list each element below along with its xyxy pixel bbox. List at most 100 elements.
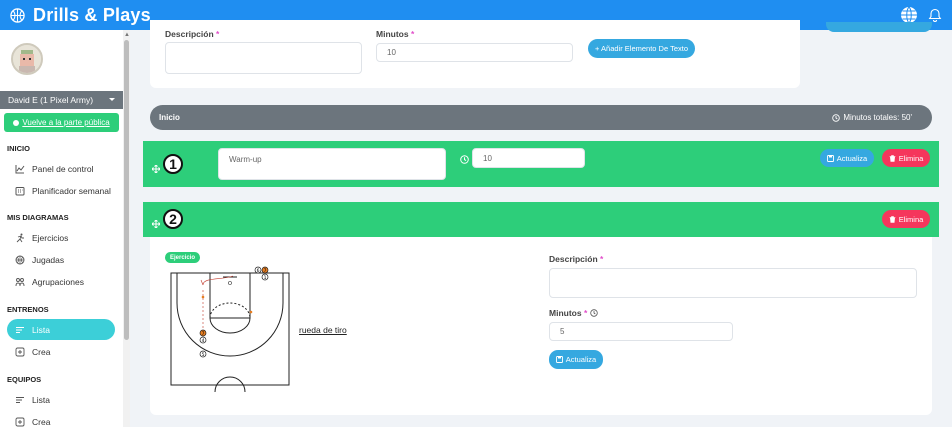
sidebar-item-panel[interactable]: Panel de control (7, 158, 115, 179)
basketball-icon (15, 255, 25, 265)
clock-icon (460, 151, 469, 169)
exercise-minutes-input[interactable]: 5 (549, 322, 733, 341)
row-number: 2 (163, 209, 183, 229)
add-text-element-label: + Añadir Elemento De Texto (594, 44, 689, 53)
bell-icon[interactable] (928, 8, 942, 22)
sidebar-item-label: Lista (32, 324, 50, 335)
sidebar-item-crea-entrenos[interactable]: Crea (7, 341, 115, 362)
sidebar-item-label: Ejercicios (32, 232, 69, 243)
top-action-button[interactable] (826, 22, 932, 32)
running-icon (15, 233, 25, 243)
update-button[interactable]: Actualiza (820, 149, 874, 167)
sidebar-item-crea-equipos[interactable]: Crea (7, 411, 115, 427)
sidebar-item-label: Panel de control (32, 163, 94, 174)
public-site-button[interactable]: Vuelve a la parte pública (4, 113, 119, 132)
sidebar-item-ejercicios[interactable]: Ejercicios (7, 227, 115, 248)
row-minutes-input[interactable]: 10 (472, 148, 585, 168)
clock-icon (832, 113, 841, 122)
section-equipos: EQUIPOS (7, 375, 42, 384)
session-row-1: 1 Warm-up 10 Actualiza Elimina (143, 141, 939, 187)
ball-marker (201, 295, 205, 299)
basketball-icon[interactable] (9, 7, 25, 23)
total-minutes: Minutos totales: 50' (832, 113, 912, 122)
list-icon (15, 325, 25, 335)
user-name: David E (1 Pixel Army) (8, 95, 94, 105)
user-selector[interactable]: David E (1 Pixel Army) (0, 91, 123, 109)
player-label: 1 (264, 275, 267, 281)
player-label: 6 (257, 268, 260, 274)
player-label: 7 (264, 268, 267, 274)
court-diagram[interactable]: O 6 7 1 7 4 5 (165, 266, 293, 392)
sidebar-item-lista-equipos[interactable]: Lista (7, 389, 115, 410)
ball-marker (249, 310, 253, 314)
sidebar-item-agrupaciones[interactable]: Agrupaciones (7, 271, 115, 292)
add-text-element-button[interactable]: + Añadir Elemento De Texto (588, 39, 695, 58)
exercise-minutes-value: 5 (560, 327, 565, 336)
trash-icon (889, 215, 896, 223)
scrollbar-thumb[interactable] (124, 40, 129, 340)
caret-down-icon (109, 98, 115, 101)
delete-button[interactable]: Elimina (882, 149, 930, 167)
sidebar-item-label: Agrupaciones (32, 276, 84, 287)
avatar[interactable] (11, 43, 43, 75)
row-text-value: Warm-up (229, 155, 262, 164)
sidebar-item-label: Planificador semanal (32, 185, 111, 196)
exercise-description-textarea[interactable] (549, 268, 917, 298)
list-icon (15, 395, 25, 405)
drag-handle-icon[interactable] (151, 215, 161, 229)
save-icon (555, 356, 563, 363)
trash-icon (889, 154, 896, 162)
row-number: 1 (163, 154, 183, 174)
section-inicio: INICIO (7, 144, 30, 153)
description-textarea[interactable] (165, 42, 362, 74)
minutes-label: Minutos * (549, 308, 598, 318)
description-label: Descripción * (549, 254, 604, 264)
sidebar-item-label: Lista (32, 394, 50, 405)
update-label: Actualiza (836, 153, 868, 163)
plus-square-icon (15, 417, 25, 427)
section-entrenos: ENTRENOS (7, 305, 49, 314)
player-label: 5 (202, 352, 205, 358)
sidebar-item-lista-entrenos[interactable]: Lista (7, 319, 115, 340)
save-icon (826, 154, 834, 162)
minutes-input[interactable]: 10 (376, 43, 573, 62)
chart-icon (15, 164, 25, 174)
row-text-textarea[interactable]: Warm-up (218, 148, 446, 180)
minutes-value: 10 (387, 48, 396, 57)
minutes-label: Minutos * (376, 29, 415, 39)
section-diagramas: MIS DIAGRAMAS (7, 213, 69, 222)
delete-label: Elimina (898, 153, 924, 163)
hoop: O (228, 281, 232, 287)
delete-button[interactable]: Elimina (882, 210, 930, 228)
app-title[interactable]: Drills & Plays (33, 5, 151, 26)
free-throw-circle-top (209, 302, 251, 319)
plus-square-icon (15, 347, 25, 357)
sidebar-item-label: Jugadas (32, 254, 65, 265)
sidebar-scrollbar[interactable]: ▲ (123, 30, 130, 427)
sidebar-item-label: Crea (32, 416, 51, 427)
update-label: Actualiza (565, 355, 597, 364)
free-throw-circle (209, 317, 251, 334)
globe-icon (13, 119, 20, 126)
scroll-up-icon[interactable]: ▲ (124, 32, 130, 38)
key-area (209, 272, 251, 319)
sidebar-item-label: Crea (32, 346, 51, 357)
sidebar-item-jugadas[interactable]: Jugadas (7, 249, 115, 270)
public-site-label: Vuelve a la parte pública (22, 118, 110, 127)
description-label: Descripción * (165, 29, 220, 39)
player-label: 7 (202, 331, 205, 337)
exercise-update-button[interactable]: Actualiza (549, 350, 603, 369)
total-minutes-text: Minutos totales: 50' (843, 113, 912, 122)
court-outline (170, 272, 290, 386)
session-title: Inicio (159, 113, 180, 122)
row-minutes-value: 10 (483, 153, 492, 163)
exercise-badge: Ejercicio (165, 252, 200, 263)
player-label: 4 (202, 338, 205, 344)
drag-handle-icon[interactable] (151, 160, 161, 174)
sidebar-item-planificador[interactable]: Planificador semanal (7, 180, 115, 201)
session-row-2: 2 Elimina (143, 202, 939, 237)
session-header: Inicio Minutos totales: 50' (150, 105, 932, 130)
exercise-link[interactable]: rueda de tiro (299, 325, 347, 335)
delete-label: Elimina (898, 214, 924, 224)
group-icon (15, 277, 25, 287)
